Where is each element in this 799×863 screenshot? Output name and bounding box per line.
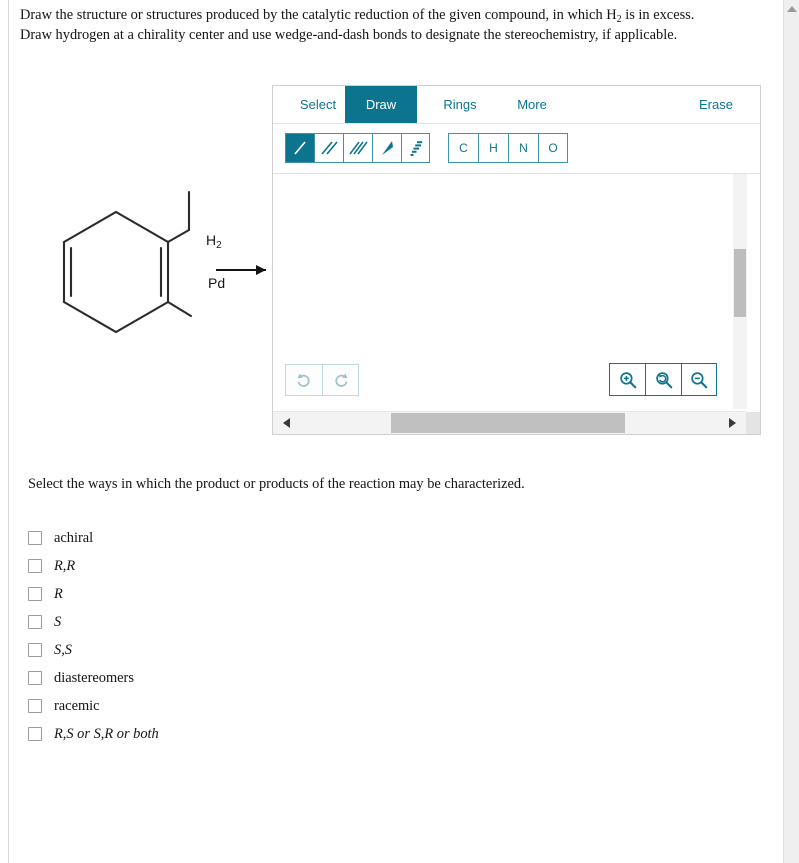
zoom-in-icon (619, 371, 636, 388)
checkbox-rs-or-sr[interactable] (28, 727, 42, 741)
page-left-rule (8, 0, 9, 863)
canvas-horizontal-scroll-thumb[interactable] (391, 413, 625, 433)
canvas-vertical-scroll-thumb[interactable] (734, 249, 746, 317)
wedge-bond-icon (382, 141, 393, 155)
triple-bond-icon (349, 141, 368, 155)
checkbox-s[interactable] (28, 615, 42, 629)
option-label: S (54, 613, 62, 630)
dash-bond-icon (410, 141, 422, 156)
bond-tool-group (285, 133, 430, 163)
checkbox-achiral[interactable] (28, 531, 42, 545)
history-tool-group (285, 364, 359, 396)
question-2-prompt: Select the ways in which the product or … (28, 476, 525, 492)
scrollbar-corner (746, 412, 760, 434)
option-label: R (54, 585, 63, 602)
prompt-line-2: Draw hydrogen at a chirality center and … (20, 27, 678, 43)
checkbox-r[interactable] (28, 587, 42, 601)
zoom-reset-icon (655, 371, 672, 388)
list-item[interactable]: S (28, 608, 448, 636)
list-item[interactable]: achiral (28, 524, 448, 552)
list-item[interactable]: diastereomers (28, 664, 448, 692)
triple-bond-tool[interactable] (343, 133, 372, 163)
reagent-symbol: H (206, 232, 217, 248)
sketcher-canvas-area (273, 174, 760, 434)
sketcher-tabbar: Select Draw Rings More Erase (273, 86, 760, 124)
option-label: R,R (54, 557, 76, 574)
checkbox-racemic[interactable] (28, 699, 42, 713)
undo-icon (297, 373, 310, 387)
list-item[interactable]: racemic (28, 692, 448, 720)
option-label: diastereomers (54, 669, 134, 686)
scroll-left-arrow-icon[interactable] (283, 418, 290, 428)
page-content: Draw the structure or structures produce… (0, 0, 783, 863)
checkbox-ss[interactable] (28, 643, 42, 657)
list-item[interactable]: R (28, 580, 448, 608)
substrate-structure (62, 190, 193, 334)
prompt-text-a: Draw the structure or structures produce… (20, 7, 617, 23)
tab-select[interactable]: Select (283, 86, 353, 123)
atom-button-c[interactable]: C (448, 133, 478, 163)
molecule-sketcher[interactable]: Select Draw Rings More Erase C H N O (272, 85, 761, 435)
option-label: racemic (54, 697, 100, 714)
redo-icon (334, 373, 347, 387)
zoom-in-button[interactable] (609, 363, 645, 396)
prompt-text-b: is in excess. (621, 7, 695, 23)
zoom-out-icon (691, 371, 708, 388)
atom-button-o[interactable]: O (538, 133, 568, 163)
list-item[interactable]: R,S or S,R or both (28, 720, 448, 748)
undo-button[interactable] (285, 364, 322, 396)
page-vertical-scrollbar[interactable] (783, 0, 799, 863)
redo-button[interactable] (322, 364, 359, 396)
catalyst-label: Pd (208, 275, 226, 291)
sketcher-bottom-tools (273, 360, 747, 402)
double-bond-icon (321, 141, 338, 155)
reaction-scheme-svg (62, 190, 266, 334)
tab-more[interactable]: More (501, 86, 563, 123)
list-item[interactable]: S,S (28, 636, 448, 664)
atom-button-h[interactable]: H (478, 133, 508, 163)
option-label: achiral (54, 529, 94, 546)
double-bond-tool[interactable] (314, 133, 343, 163)
reagent-label: H2 (206, 232, 222, 251)
reagent-subscript: 2 (216, 240, 222, 251)
characterization-option-list: achiral R,R R S S,S diastereomers racemi… (28, 524, 448, 748)
atom-button-n[interactable]: N (508, 133, 538, 163)
scroll-up-arrow-icon[interactable] (787, 6, 797, 12)
tab-draw[interactable]: Draw (345, 86, 417, 123)
single-bond-tool[interactable] (285, 133, 314, 163)
wedge-bond-tool[interactable] (372, 133, 401, 163)
checkbox-diastereomers[interactable] (28, 671, 42, 685)
dash-bond-tool[interactable] (401, 133, 430, 163)
scroll-right-arrow-icon[interactable] (729, 418, 736, 428)
tab-rings[interactable]: Rings (425, 86, 495, 123)
checkbox-rr[interactable] (28, 559, 42, 573)
reaction-arrow-head (256, 265, 266, 275)
zoom-out-button[interactable] (681, 363, 717, 396)
option-label: R,S or S,R or both (54, 725, 159, 742)
option-label: S,S (54, 641, 72, 658)
single-bond-icon (294, 141, 306, 155)
zoom-tool-group (609, 363, 717, 396)
reaction-scheme: H2 Pd (30, 190, 270, 340)
list-item[interactable]: R,R (28, 552, 448, 580)
atom-tool-group: C H N O (448, 133, 568, 163)
canvas-horizontal-scrollbar[interactable] (273, 411, 746, 434)
zoom-reset-button[interactable] (645, 363, 681, 396)
sketcher-toolrow: C H N O (273, 124, 760, 174)
erase-button[interactable]: Erase (686, 86, 746, 123)
